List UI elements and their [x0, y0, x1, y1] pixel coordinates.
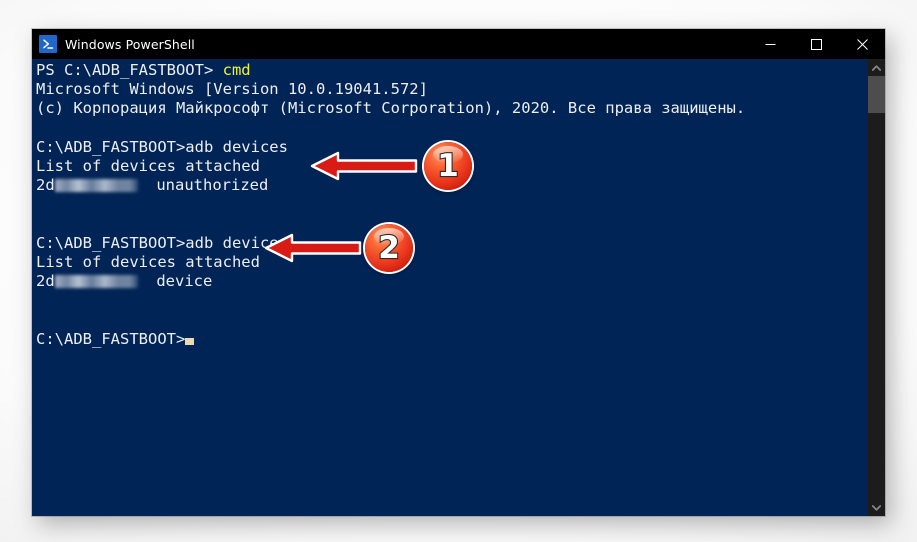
scroll-down-button[interactable] — [868, 499, 885, 516]
console-output-area[interactable]: PS C:\ADB_FASTBOOT> cmd Microsoft Windows… — [32, 59, 885, 516]
redacted-serial — [54, 179, 138, 193]
console-line: List of devices attached — [36, 253, 745, 272]
maximize-button[interactable] — [793, 29, 839, 59]
console-text-segment: (c) Корпорация Майкрософт (Microsoft Cor… — [36, 99, 746, 118]
window-titlebar[interactable]: Windows PowerShell — [32, 29, 885, 59]
console-text-segment: 2d — [36, 176, 55, 195]
scrollbar-thumb[interactable] — [868, 76, 885, 113]
console-line: List of devices attached — [36, 157, 745, 176]
console-text-segment: List of devices attached — [36, 156, 260, 175]
redacted-serial — [54, 275, 138, 289]
console-line: (c) Корпорация Майкрософт (Microsoft Cor… — [36, 99, 745, 118]
console-line: C:\ADB_FASTBOOT>adb devices — [36, 138, 745, 157]
console-scrollbar[interactable] — [868, 59, 885, 516]
console-text-segment: C:\ADB_FASTBOOT> — [36, 329, 186, 348]
console-text-segment: device — [137, 272, 213, 291]
console-text: PS C:\ADB_FASTBOOT> cmd Microsoft Windows… — [36, 61, 745, 349]
console-line: C:\ADB_FASTBOOT>adb devices — [36, 234, 745, 253]
console-text-segment: C:\ADB_FASTBOOT>adb devices — [36, 137, 288, 156]
console-text-segment: cmd — [222, 61, 251, 79]
minimize-button[interactable] — [747, 29, 793, 59]
console-cursor — [185, 337, 195, 345]
scroll-up-button[interactable] — [868, 59, 885, 76]
console-line: 2d unauthorized — [36, 176, 745, 195]
console-line: 2d device — [36, 272, 745, 291]
window-controls — [747, 29, 885, 59]
powershell-icon — [39, 35, 57, 53]
console-text-segment: C:\ADB_FASTBOOT>adb devices — [36, 233, 288, 252]
console-line: C:\ADB_FASTBOOT> — [36, 330, 745, 349]
close-button[interactable] — [839, 29, 885, 59]
powershell-window: Windows PowerShell PS C:\ADB_FASTBOOT> c… — [32, 29, 885, 516]
console-text-segment: List of devices attached — [36, 252, 260, 271]
console-line: Microsoft Windows [Version 10.0.19041.57… — [36, 80, 745, 99]
console-text-segment: unauthorized — [137, 176, 269, 195]
console-text-segment: PS C:\ADB_FASTBOOT> — [36, 61, 223, 79]
console-line: PS C:\ADB_FASTBOOT> cmd — [36, 61, 745, 80]
console-text-segment: 2d — [36, 272, 55, 291]
window-title: Windows PowerShell — [65, 36, 195, 52]
console-text-segment: Microsoft Windows [Version 10.0.19041.57… — [36, 80, 428, 99]
